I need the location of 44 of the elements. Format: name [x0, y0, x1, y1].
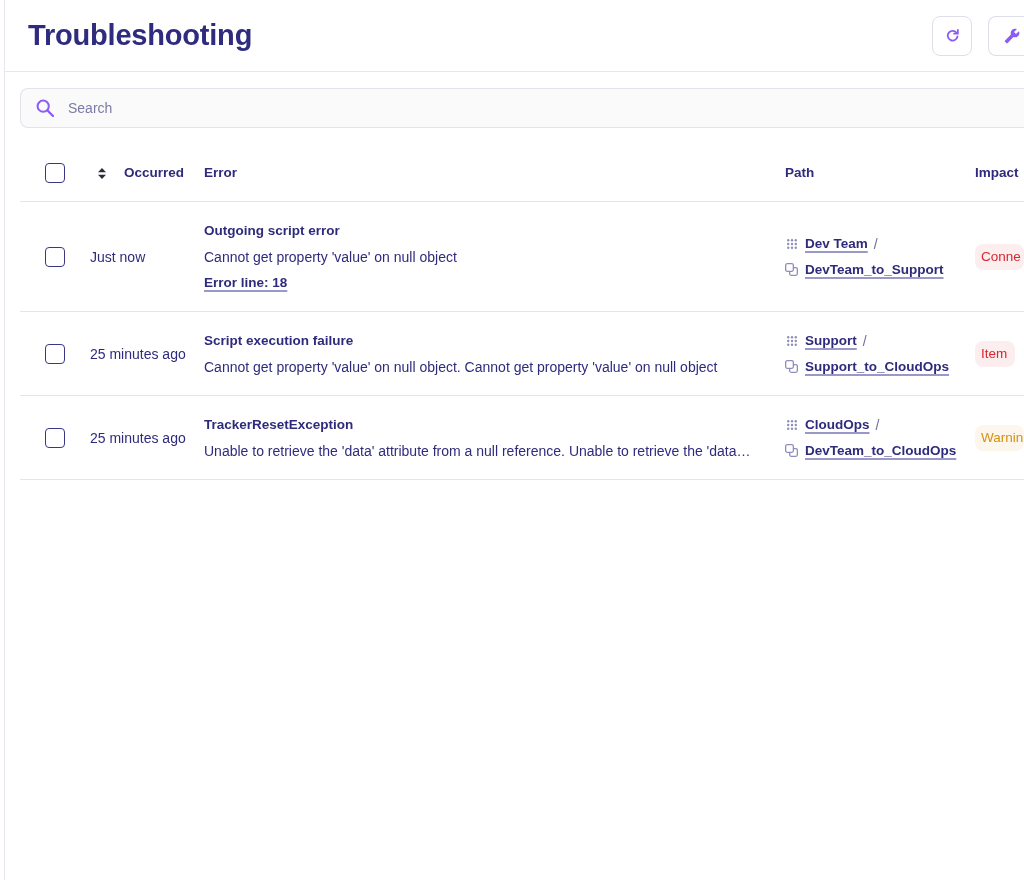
impact-tag: Conne: [975, 243, 1024, 270]
error-message: Unable to retrieve the 'data' attribute from a null reference. Unable to retrieve the 'data…: [204, 442, 751, 461]
wrench-icon: [1004, 27, 1020, 44]
column-header: Path: [785, 164, 815, 182]
dots-grid-icon: [787, 335, 797, 346]
occurred-time: 25 minutes ago: [90, 429, 186, 446]
row-checkbox[interactable]: [45, 427, 65, 448]
group-link[interactable]: CloudOps: [805, 414, 870, 435]
refresh-icon: [945, 29, 959, 42]
page-title: Troubleshooting: [28, 19, 253, 52]
error-title: TrackerResetException: [204, 416, 354, 434]
impact-tag: Item: [975, 340, 1016, 367]
error-line-link[interactable]: Error line: 18: [204, 273, 288, 293]
row-checkbox[interactable]: [45, 343, 65, 364]
dots-grid-icon: [787, 238, 797, 249]
group-link[interactable]: Support: [805, 330, 857, 351]
error-message: Cannot get property 'value' on null object: [204, 248, 457, 267]
column-header: Error: [204, 164, 237, 182]
search-icon: [36, 99, 54, 117]
occurred-time: 25 minutes ago: [90, 345, 186, 362]
wrench-button[interactable]: [988, 15, 1024, 56]
dots-grid-icon: [787, 419, 797, 430]
occurred-time: Just now: [90, 248, 146, 265]
row-checkbox[interactable]: [45, 246, 65, 267]
sort-icon[interactable]: [98, 167, 106, 179]
path-separator: /: [875, 416, 880, 433]
stacked-squares-icon: [785, 444, 798, 457]
search-field[interactable]: Search: [20, 88, 1024, 128]
stacked-squares-icon: [785, 263, 798, 276]
path-item-link[interactable]: DevTeam_to_Support: [805, 259, 944, 280]
error-title: Outgoing script error: [204, 222, 340, 240]
select-all-checkbox[interactable]: [45, 163, 65, 183]
path-item-link[interactable]: DevTeam_to_CloudOps: [805, 440, 957, 461]
path-separator: /: [873, 235, 878, 252]
error-message: Cannot get property 'value' on null object. Cannot get property 'value' on null object: [204, 358, 718, 377]
column-header: Impact: [975, 164, 1019, 182]
stacked-squares-icon: [785, 360, 798, 373]
path-item-link[interactable]: Support_to_CloudOps: [805, 356, 949, 377]
refresh-button[interactable]: [932, 15, 972, 56]
error-title: Script execution failure: [204, 332, 354, 350]
impact-tag: Warnin: [975, 424, 1024, 451]
group-link[interactable]: Dev Team: [805, 233, 868, 254]
column-header: Occurred: [124, 164, 185, 182]
path-separator: /: [862, 332, 867, 349]
